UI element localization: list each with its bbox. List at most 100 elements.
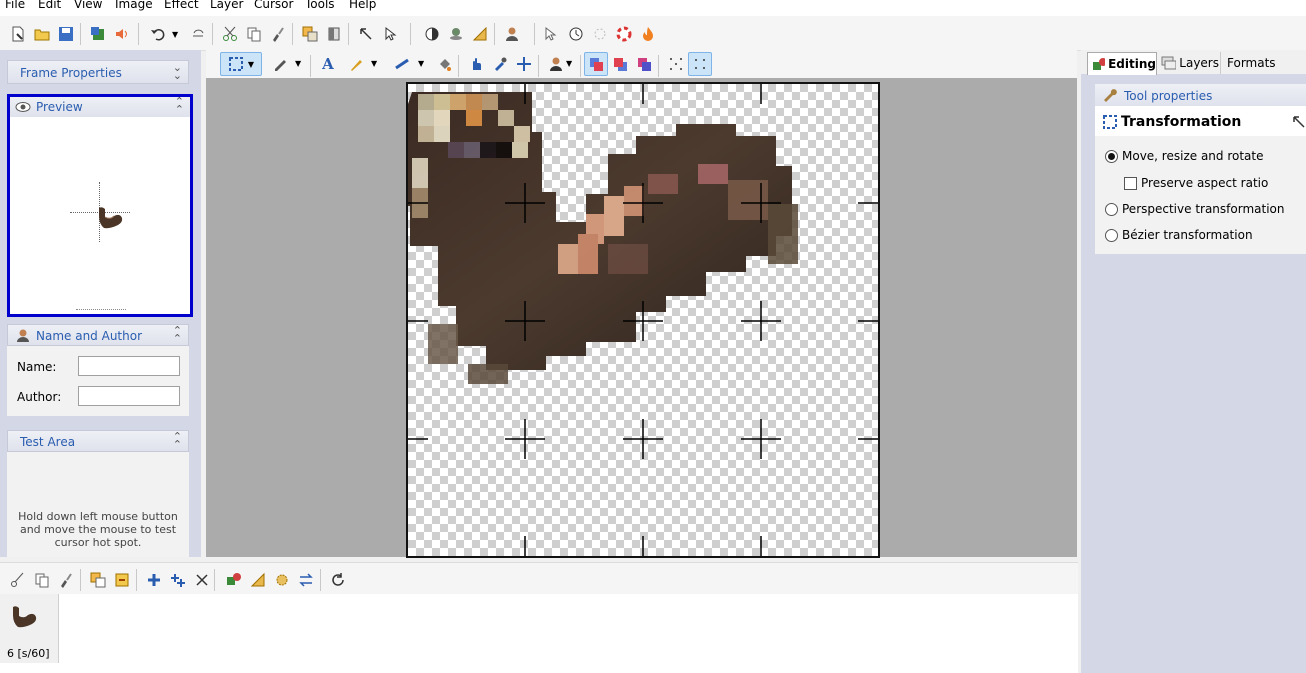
brush-tool-icon[interactable] — [344, 52, 368, 76]
preview-title: Preview — [36, 100, 83, 114]
author-icon — [17, 329, 29, 342]
line-tool-icon[interactable] — [390, 52, 414, 76]
author-field[interactable] — [78, 386, 180, 406]
save-all-icon[interactable] — [86, 22, 110, 46]
menu-layer[interactable]: Layer — [210, 0, 243, 11]
frame-cut-icon[interactable] — [6, 568, 30, 592]
undo-icon[interactable] — [146, 22, 170, 46]
preserve-aspect-checkbox[interactable]: Preserve aspect ratio — [1124, 176, 1268, 190]
author-icon[interactable] — [500, 22, 524, 46]
cut-icon[interactable] — [218, 22, 242, 46]
bezier-radio[interactable]: Bézier transformation — [1105, 228, 1253, 242]
frame-copy-icon[interactable] — [30, 568, 54, 592]
open-icon[interactable] — [30, 22, 54, 46]
collapse-icon[interactable]: ⌃ ⌃ — [173, 431, 182, 450]
redo-icon[interactable] — [186, 22, 210, 46]
add-frame-icon[interactable] — [142, 568, 166, 592]
shadow-icon[interactable] — [444, 22, 468, 46]
tab-layers[interactable]: Layers — [1157, 52, 1219, 74]
pencil-dropdown-icon[interactable]: ▼ — [295, 59, 301, 68]
clock-icon[interactable] — [564, 22, 588, 46]
transform-tool-button[interactable]: ▼ — [220, 52, 262, 76]
fire-icon[interactable] — [636, 22, 660, 46]
blend-behind-icon[interactable] — [608, 52, 632, 76]
drawing-canvas[interactable] — [406, 82, 880, 558]
frame-thumbnail[interactable]: 6 [s/60] — [0, 594, 59, 663]
move-tool-icon[interactable] — [512, 52, 536, 76]
eye-icon — [15, 102, 31, 112]
menu-tools[interactable]: Tools — [305, 0, 335, 11]
author-label: Author: — [17, 390, 62, 404]
eyedropper-icon[interactable] — [488, 52, 512, 76]
transform-icon — [1103, 115, 1117, 129]
collapse-icon[interactable]: ⌃ ⌃ — [173, 325, 182, 344]
delete-frame-icon[interactable] — [190, 568, 214, 592]
frame-properties-header[interactable]: Frame Properties ⌄ ⌄ — [7, 60, 189, 84]
menu-view[interactable]: View — [74, 0, 102, 11]
name-author-title: Name and Author — [36, 329, 143, 343]
frame-effects-icon[interactable] — [222, 568, 246, 592]
right-panel: Editing Layers Formats Tool properties T… — [1081, 50, 1306, 673]
ruler-icon[interactable] — [468, 22, 492, 46]
grid-dots-icon[interactable] — [664, 52, 688, 76]
contrast-icon[interactable] — [420, 22, 444, 46]
wrench-icon — [1104, 89, 1117, 102]
pencil-tool-icon[interactable] — [268, 52, 292, 76]
hand-tool-icon[interactable] — [464, 52, 488, 76]
test-area-header[interactable]: Test Area ⌃ ⌃ — [7, 430, 189, 452]
frames-icon[interactable] — [322, 22, 346, 46]
menu-bar: File Edit View Image Effect Layer Cursor… — [0, 0, 1306, 16]
name-author-header[interactable]: Name and Author ⌃ ⌃ — [7, 324, 189, 346]
cursor-test-icon[interactable] — [378, 22, 402, 46]
preview-panel: Preview ⌃ ⌃ — [7, 94, 193, 317]
menu-image[interactable]: Image — [115, 0, 153, 11]
name-field[interactable] — [78, 356, 180, 376]
hotspot-icon[interactable] — [1291, 114, 1306, 130]
perspective-radio[interactable]: Perspective transformation — [1105, 202, 1284, 216]
grid-overlay — [408, 84, 878, 556]
menu-help[interactable]: Help — [349, 0, 376, 11]
sound-icon[interactable] — [110, 22, 134, 46]
blend-normal-icon[interactable] — [584, 52, 608, 76]
collapse-icon[interactable]: ⌄ ⌄ — [173, 62, 182, 81]
line-dropdown-icon[interactable]: ▼ — [418, 59, 424, 68]
layers-icon[interactable] — [298, 22, 322, 46]
frame-settings-icon[interactable] — [270, 568, 294, 592]
frame-insert-icon[interactable] — [110, 568, 134, 592]
hotspot-icon[interactable] — [354, 22, 378, 46]
move-resize-rotate-radio[interactable]: Move, resize and rotate — [1105, 149, 1264, 163]
frame-paste-icon[interactable] — [54, 568, 78, 592]
name-label: Name: — [17, 360, 57, 374]
frame-ruler-icon[interactable] — [246, 568, 270, 592]
blend-replace-icon[interactable] — [632, 52, 656, 76]
fill-tool-icon[interactable] — [432, 52, 456, 76]
copy-icon[interactable] — [242, 22, 266, 46]
color-dropdown-icon[interactable]: ▼ — [566, 59, 572, 68]
brush-dropdown-icon[interactable]: ▼ — [371, 59, 377, 68]
test-area[interactable]: Hold down left mouse button and move the… — [7, 452, 189, 557]
menu-edit[interactable]: Edit — [38, 0, 61, 11]
new-icon[interactable] — [6, 22, 30, 46]
frame-reorder-icon[interactable] — [294, 568, 318, 592]
menu-cursor[interactable]: Cursor — [254, 0, 293, 11]
tab-formats[interactable]: Formats — [1220, 52, 1277, 74]
collapse-icon[interactable]: ⌃ ⌃ — [175, 96, 184, 115]
text-tool-icon[interactable]: A — [316, 52, 340, 76]
frame-properties-title: Frame Properties — [20, 66, 122, 80]
tab-editing[interactable]: Editing — [1087, 52, 1157, 75]
menu-file[interactable]: File — [5, 0, 25, 11]
frame-duplicate-icon[interactable] — [86, 568, 110, 592]
paste-icon[interactable] — [266, 22, 290, 46]
snap-grid-icon[interactable] — [688, 52, 712, 76]
refresh-icon[interactable] — [326, 568, 350, 592]
undo-dropdown-icon[interactable]: ▼ — [172, 30, 178, 39]
busy-icon[interactable] — [588, 22, 612, 46]
menu-effect[interactable]: Effect — [164, 0, 199, 11]
add-multiple-frames-icon[interactable] — [166, 568, 190, 592]
lifebuoy-icon[interactable] — [612, 22, 636, 46]
color-picker-icon[interactable] — [544, 52, 568, 76]
save-icon[interactable] — [54, 22, 78, 46]
tool-properties-title: Tool properties — [1124, 89, 1213, 103]
drawing-toolbar: ▼ ▼ A ▼ ▼ ▼ — [206, 50, 1077, 78]
arrow-cursor-icon[interactable] — [538, 22, 562, 46]
